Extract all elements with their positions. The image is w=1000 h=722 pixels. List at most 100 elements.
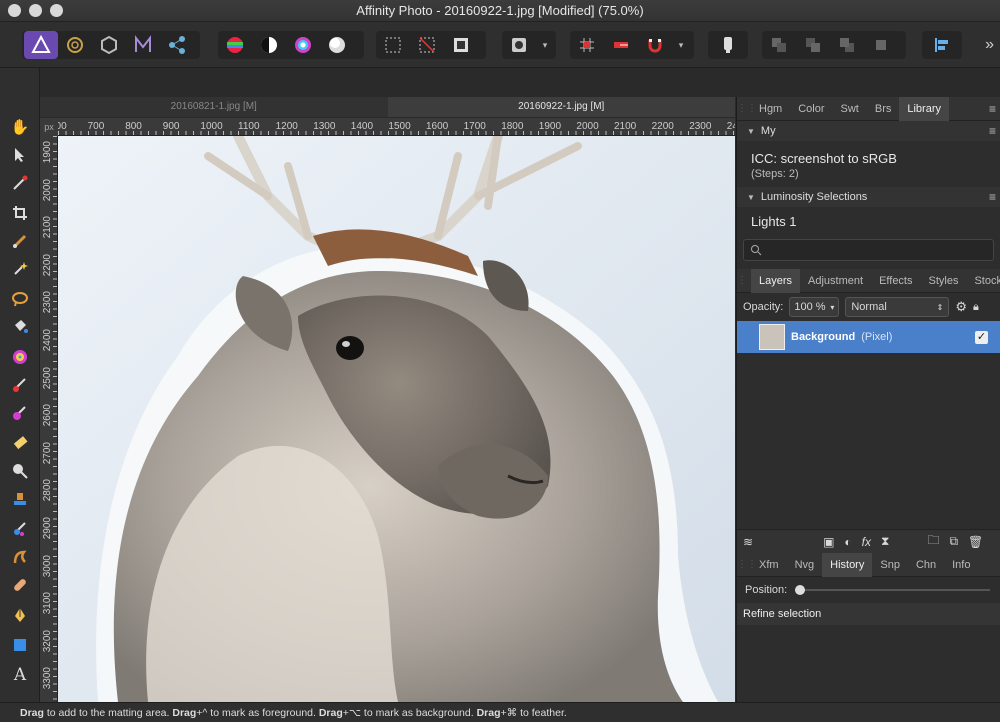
hand-tool-icon[interactable]: ✋ bbox=[8, 116, 32, 138]
blend-mode-select[interactable]: Normal ⇕ bbox=[845, 297, 950, 317]
slider-thumb[interactable] bbox=[795, 585, 806, 595]
burn-brush-tool-icon[interactable] bbox=[8, 546, 32, 568]
auto-colors-icon[interactable] bbox=[286, 31, 320, 59]
live-filter-icon[interactable]: ⧗ bbox=[881, 534, 889, 549]
tab-effects[interactable]: Effects bbox=[871, 269, 920, 293]
grid-icon[interactable] bbox=[570, 31, 604, 59]
dodge-brush-tool-icon[interactable] bbox=[8, 460, 32, 482]
tab-transform[interactable]: Xfm bbox=[751, 553, 787, 577]
vertical-ruler[interactable]: 1900 2000 2100 2200 2300 2400 2500 2600 2700 2800… bbox=[40, 136, 58, 702]
deselect-icon[interactable] bbox=[410, 31, 444, 59]
library-section-my[interactable]: ▼ My ≡ bbox=[737, 121, 1000, 141]
tab-history[interactable]: History bbox=[822, 552, 873, 577]
history-item[interactable]: Refine selection bbox=[737, 603, 1000, 625]
library-section-luminosity[interactable]: ▼ Luminosity Selections ≡ bbox=[737, 187, 1000, 207]
color-replacement-brush-icon[interactable] bbox=[8, 402, 32, 424]
snapping-icon[interactable] bbox=[638, 31, 672, 59]
erase-brush-tool-icon[interactable] bbox=[8, 432, 32, 454]
freehand-selection-tool-icon[interactable] bbox=[8, 288, 32, 310]
affinity-photo-persona-icon[interactable] bbox=[24, 31, 58, 59]
layers-stack-icon[interactable]: ≋ bbox=[743, 535, 753, 549]
panel-menu-icon[interactable]: ≡ bbox=[989, 102, 1000, 116]
document-tab-active[interactable]: 20160922-1.jpg [M] bbox=[387, 97, 735, 117]
group-folder-icon[interactable]: 🗀︎ bbox=[927, 531, 939, 552]
title-bar: Affinity Photo - 20160922-1.jpg [Modifie… bbox=[0, 0, 1000, 22]
auto-levels-icon[interactable] bbox=[218, 31, 252, 59]
tone-mapping-persona-icon[interactable] bbox=[126, 31, 160, 59]
text-tool-icon[interactable]: A bbox=[8, 664, 32, 686]
mask-layer-icon[interactable]: ▣ bbox=[823, 535, 834, 549]
tab-navigator[interactable]: Nvg bbox=[787, 553, 823, 577]
assistant-icon[interactable] bbox=[708, 31, 748, 59]
arrange-back-icon[interactable] bbox=[762, 31, 796, 59]
document-tab[interactable]: 20160821-1.jpg [M] bbox=[40, 97, 388, 117]
disclosure-triangle-icon[interactable]: ▼ bbox=[747, 127, 755, 136]
opacity-field[interactable]: 100 % ▾ bbox=[789, 297, 840, 317]
auto-contrast-icon[interactable] bbox=[252, 31, 286, 59]
horizontal-ruler[interactable]: 600 700 800 900 1000 1100 1200 1300 1400 1500 1600… bbox=[58, 118, 735, 136]
gradient-tool-icon[interactable] bbox=[8, 346, 32, 368]
panel-grip-icon[interactable]: ⋮⋮ bbox=[737, 103, 757, 114]
library-search-field[interactable] bbox=[743, 239, 994, 261]
marquee-selection-icon[interactable] bbox=[376, 31, 410, 59]
invert-selection-icon[interactable] bbox=[444, 31, 478, 59]
arrange-backward-icon[interactable] bbox=[796, 31, 830, 59]
paint-brush-tool-icon[interactable] bbox=[8, 374, 32, 396]
auto-white-balance-icon[interactable] bbox=[320, 31, 354, 59]
move-tool-icon[interactable] bbox=[8, 144, 32, 166]
arrange-front-icon[interactable] bbox=[864, 31, 898, 59]
document-canvas[interactable] bbox=[58, 136, 735, 702]
tab-channels[interactable]: Chn bbox=[908, 553, 944, 577]
layer-row-background[interactable]: Background (Pixel) ✓ bbox=[737, 321, 1000, 353]
tab-brushes[interactable]: Brs bbox=[867, 97, 900, 121]
tab-snapshots[interactable]: Snp bbox=[872, 553, 908, 577]
panel-grip-icon[interactable]: ⋮⋮ bbox=[737, 275, 757, 286]
adjustment-layer-icon[interactable]: ◐ bbox=[844, 535, 851, 549]
tab-layers[interactable]: Layers bbox=[751, 268, 801, 293]
healing-brush-tool-icon[interactable] bbox=[8, 574, 32, 596]
library-macro-item[interactable]: ICC: screenshot to sRGB (Steps: 2) bbox=[737, 141, 1000, 187]
develop-persona-icon[interactable] bbox=[92, 31, 126, 59]
smudge-brush-tool-icon[interactable] bbox=[8, 518, 32, 540]
alignment-icon[interactable] bbox=[922, 31, 962, 59]
flood-fill-tool-icon[interactable] bbox=[8, 316, 32, 338]
tab-swatches[interactable]: Swt bbox=[833, 97, 867, 121]
tab-stock[interactable]: Stock bbox=[966, 269, 1000, 293]
rectangle-tool-icon[interactable] bbox=[8, 634, 32, 656]
panel-grip-icon[interactable]: ⋮⋮ bbox=[737, 559, 757, 570]
delete-layer-icon[interactable]: 🗑︎ bbox=[968, 535, 983, 549]
layer-visibility-checkbox[interactable]: ✓ bbox=[975, 330, 988, 344]
section-menu-icon[interactable]: ≡ bbox=[989, 124, 1000, 138]
tab-library[interactable]: Library bbox=[899, 96, 949, 121]
fx-icon[interactable]: fx bbox=[862, 535, 871, 549]
toolbar-overflow-button[interactable]: » bbox=[985, 36, 994, 54]
minimize-window-button[interactable] bbox=[29, 4, 42, 17]
tab-histogram[interactable]: Hgm bbox=[751, 97, 790, 121]
zoom-window-button[interactable] bbox=[50, 4, 63, 17]
flood-select-tool-icon[interactable] bbox=[8, 258, 32, 280]
force-pixel-alignment-icon[interactable] bbox=[604, 31, 638, 59]
pen-tool-icon[interactable] bbox=[8, 604, 32, 626]
dropdown-chevron-icon[interactable]: ▾ bbox=[536, 40, 554, 51]
lock-icon[interactable]: 🔒︎ bbox=[973, 301, 979, 314]
export-persona-icon[interactable] bbox=[160, 31, 194, 59]
tab-styles[interactable]: Styles bbox=[921, 269, 967, 293]
gear-icon[interactable]: ⚙ bbox=[955, 299, 967, 315]
tab-info[interactable]: Info bbox=[944, 553, 978, 577]
quick-mask-icon[interactable] bbox=[502, 31, 536, 59]
arrange-forward-icon[interactable] bbox=[830, 31, 864, 59]
color-picker-tool-icon[interactable] bbox=[8, 172, 32, 194]
liquify-persona-icon[interactable] bbox=[58, 31, 92, 59]
crop-tool-icon[interactable] bbox=[8, 202, 32, 224]
close-window-button[interactable] bbox=[8, 4, 21, 17]
clone-brush-tool-icon[interactable] bbox=[8, 488, 32, 510]
library-macro-item[interactable]: Lights 1 bbox=[737, 207, 1000, 237]
history-position-slider[interactable] bbox=[795, 585, 990, 595]
new-layer-icon[interactable]: ⧉ bbox=[949, 534, 958, 549]
tab-adjustment[interactable]: Adjustment bbox=[800, 269, 871, 293]
section-menu-icon[interactable]: ≡ bbox=[989, 190, 1000, 204]
selection-brush-tool-icon[interactable] bbox=[8, 230, 32, 252]
tab-color[interactable]: Color bbox=[790, 97, 832, 121]
disclosure-triangle-icon[interactable]: ▼ bbox=[747, 193, 755, 202]
dropdown-chevron-icon[interactable]: ▾ bbox=[672, 40, 690, 51]
